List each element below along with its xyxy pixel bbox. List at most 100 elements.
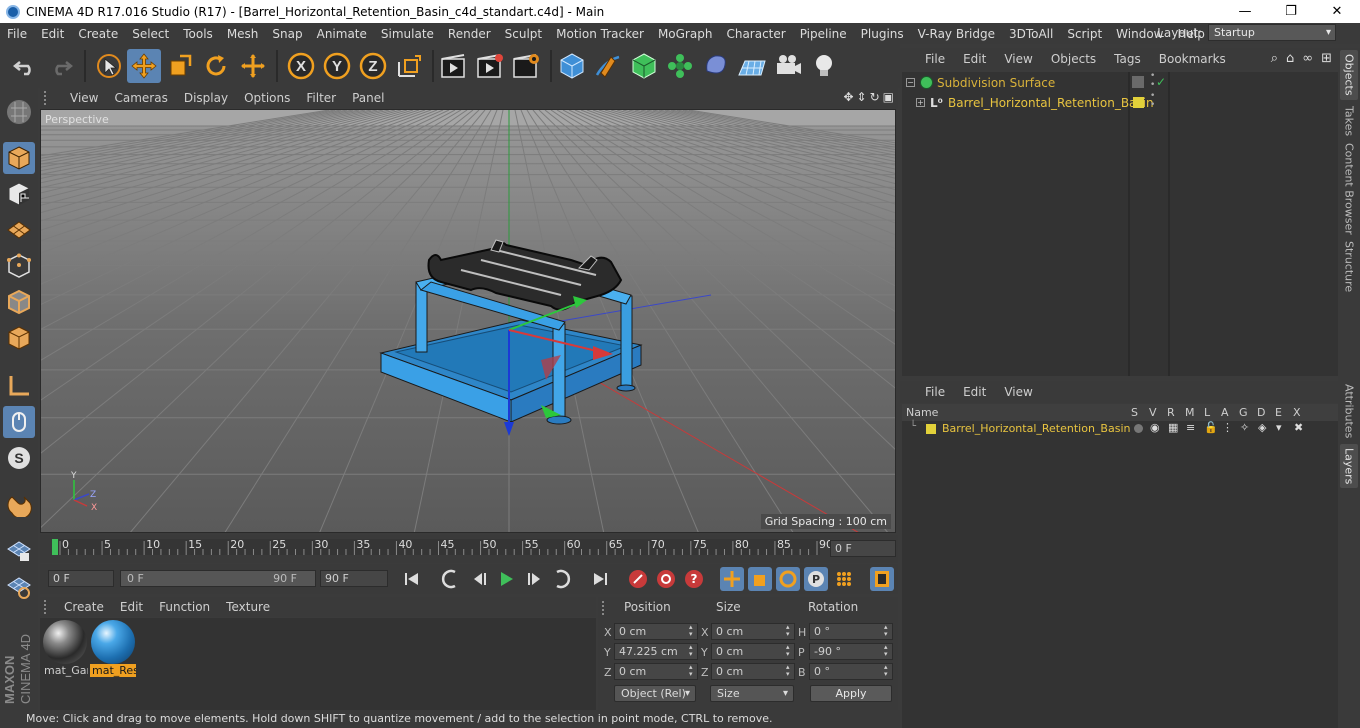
snap-icon[interactable]: S — [3, 442, 35, 474]
menu-3dtoall[interactable]: 3DToAll — [1002, 27, 1060, 41]
objects-menu-bookmarks[interactable]: Bookmarks — [1150, 52, 1235, 66]
link-icon[interactable]: ∞ — [1302, 51, 1313, 66]
manager-icon[interactable]: ≡ — [1186, 421, 1195, 434]
polygon-mode-icon[interactable] — [3, 322, 35, 354]
cube-icon[interactable] — [555, 49, 589, 83]
model-mode-icon[interactable] — [3, 142, 35, 174]
viewport-pan-icon[interactable]: ✥ — [843, 90, 853, 104]
next-frame-icon[interactable] — [522, 567, 546, 591]
object-row-subdivision[interactable]: − Subdivision Surface • • ✓ — [902, 72, 1338, 93]
current-frame-field[interactable]: 0 F — [830, 540, 896, 557]
record-active-objects-icon[interactable] — [626, 567, 650, 591]
object-name[interactable]: Barrel_Horizontal_Retention_Basin — [948, 96, 1154, 110]
lock-workplane-icon[interactable] — [3, 534, 35, 566]
menu-file[interactable]: File — [0, 27, 34, 41]
objects-menu-tags[interactable]: Tags — [1105, 52, 1150, 66]
start-frame-field[interactable]: 0 F — [48, 570, 114, 587]
material-menu-function[interactable]: Function — [151, 600, 218, 614]
timeline-window-icon[interactable] — [870, 567, 894, 591]
z-axis-icon[interactable]: Z — [356, 49, 390, 83]
autokeying-icon[interactable] — [654, 567, 678, 591]
move-icon[interactable] — [127, 49, 161, 83]
search-icon[interactable]: ⌕ — [1271, 51, 1278, 66]
collapse-icon[interactable]: − — [906, 78, 915, 87]
menu-snap[interactable]: Snap — [265, 27, 309, 41]
layer-row[interactable]: └ Barrel_Horizontal_Retention_Basin ◉ ▦ … — [902, 421, 1338, 437]
menu-pipeline[interactable]: Pipeline — [793, 27, 854, 41]
magnet-icon[interactable] — [3, 488, 35, 520]
viewport-rotate-icon[interactable]: ↻ — [870, 90, 880, 104]
rotation-p-field[interactable]: -90 ° — [809, 643, 893, 660]
home-icon[interactable]: ⌂ — [1286, 51, 1294, 66]
render-icon[interactable]: ▦ — [1168, 421, 1178, 434]
generator-icon[interactable]: ✧ — [1240, 421, 1249, 434]
tab-layers[interactable]: Layers — [1340, 444, 1358, 488]
object-row-barrel[interactable]: + L⁰ Barrel_Horizontal_Retention_Basin •… — [902, 92, 1338, 113]
tab-content-browser[interactable]: Content Browser — [1340, 142, 1358, 236]
key-pla-icon[interactable] — [832, 567, 856, 591]
size-y-field[interactable]: 0 cm — [711, 643, 795, 660]
viewport-menu-view[interactable]: View — [62, 91, 106, 105]
viewport-menu-panel[interactable]: Panel — [344, 91, 392, 105]
mograph-cloner-icon[interactable] — [663, 49, 697, 83]
deformer-icon[interactable] — [699, 49, 733, 83]
layer-color-swatch[interactable] — [926, 424, 936, 434]
edge-mode-icon[interactable] — [3, 286, 35, 318]
menu-select[interactable]: Select — [125, 27, 176, 41]
perspective-viewport[interactable]: Y Z X Perspective Grid Spacing : 100 cm — [40, 109, 896, 533]
deformer-toggle-icon[interactable]: ◈ — [1258, 421, 1266, 434]
tab-objects[interactable]: Objects — [1340, 50, 1358, 100]
menu-plugins[interactable]: Plugins — [854, 27, 911, 41]
play-forward-icon[interactable] — [494, 567, 518, 591]
material-menu-create[interactable]: Create — [56, 600, 112, 614]
eye-icon[interactable]: ◉ — [1150, 421, 1160, 434]
menu-sculpt[interactable]: Sculpt — [498, 27, 549, 41]
menu-tools[interactable]: Tools — [176, 27, 220, 41]
menu-script[interactable]: Script — [1060, 27, 1109, 41]
frame-range-slider[interactable]: 0 F 90 F — [120, 570, 316, 587]
viewport-maximize-icon[interactable]: ▣ — [883, 90, 894, 104]
layers-menu-edit[interactable]: Edit — [954, 385, 995, 399]
animation-icon[interactable]: ⋮ — [1222, 421, 1233, 434]
redo-icon[interactable] — [44, 49, 78, 83]
maximize-button[interactable]: ❐ — [1268, 0, 1314, 23]
close-button[interactable]: ✕ — [1314, 0, 1360, 23]
axis-mode-icon[interactable] — [3, 370, 35, 402]
go-to-start-icon[interactable] — [400, 567, 424, 591]
viewport-zoom-icon[interactable]: ⇕ — [857, 90, 867, 104]
layers-menu-file[interactable]: File — [916, 385, 954, 399]
select-icon[interactable] — [92, 49, 126, 83]
layer-name[interactable]: Barrel_Horizontal_Retention_Basin — [942, 422, 1130, 435]
coordinate-system-icon[interactable] — [392, 49, 426, 83]
position-z-field[interactable]: 0 cm — [614, 663, 698, 680]
tab-attributes[interactable]: Attributes — [1340, 382, 1358, 440]
menu-character[interactable]: Character — [719, 27, 792, 41]
size-mode-select[interactable]: Size — [710, 685, 794, 702]
undo-icon[interactable] — [8, 49, 42, 83]
key-position-icon[interactable] — [720, 567, 744, 591]
camera-icon[interactable] — [771, 49, 805, 83]
material-swatch-selected[interactable]: mat_Res — [90, 620, 136, 682]
minimize-button[interactable]: — — [1222, 0, 1268, 23]
menu-vray-bridge[interactable]: V-Ray Bridge — [911, 27, 1002, 41]
material-menu-texture[interactable]: Texture — [218, 600, 278, 614]
expand-icon[interactable]: + — [916, 98, 925, 107]
objects-menu-edit[interactable]: Edit — [954, 52, 995, 66]
viewport-menu-display[interactable]: Display — [176, 91, 236, 105]
rotation-b-field[interactable]: 0 ° — [809, 663, 893, 680]
key-parameter-icon[interactable]: P — [804, 567, 828, 591]
point-mode-icon[interactable] — [3, 250, 35, 282]
end-frame-field[interactable]: 90 F — [320, 570, 388, 587]
previous-frame-icon[interactable] — [468, 567, 492, 591]
expression-icon[interactable]: ▾ — [1276, 421, 1282, 434]
menu-animate[interactable]: Animate — [310, 27, 374, 41]
menu-mograph[interactable]: MoGraph — [651, 27, 720, 41]
objects-menu-objects[interactable]: Objects — [1042, 52, 1105, 66]
xref-icon[interactable]: ✖ — [1294, 421, 1303, 434]
tweak-mode-icon[interactable] — [3, 406, 35, 438]
objects-menu-file[interactable]: File — [916, 52, 954, 66]
size-x-field[interactable]: 0 cm — [711, 623, 795, 640]
previous-key-icon[interactable] — [438, 567, 462, 591]
material-swatch[interactable]: mat_Gar — [42, 620, 88, 682]
menu-motion-tracker[interactable]: Motion Tracker — [549, 27, 651, 41]
